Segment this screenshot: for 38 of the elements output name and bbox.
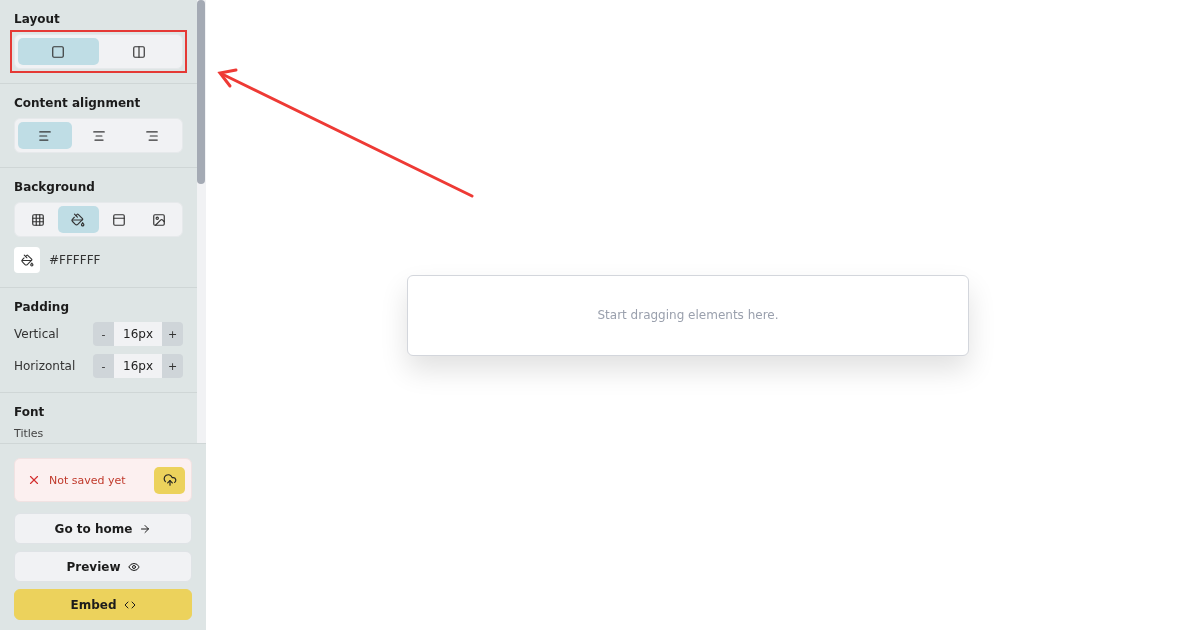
align-left-icon [37,128,52,143]
color-value: #FFFFFF [49,253,101,267]
color-swatch[interactable] [14,247,40,273]
close-icon [27,473,41,487]
field-label: Horizontal [14,359,76,373]
action-button[interactable]: Go to home [14,513,192,544]
increment-button[interactable]: + [162,354,183,378]
panel-icon [111,212,126,227]
cloud-upload-icon [162,473,177,487]
decrement-button[interactable]: - [93,322,114,346]
square-icon [51,44,66,59]
section-title: Content alignment [14,96,142,110]
align-center-icon [91,128,106,143]
field-label: Titles [14,427,45,440]
columns-icon [131,44,146,59]
image-icon [151,212,166,227]
eye-icon [127,560,140,573]
scrollbar[interactable] [197,0,206,443]
field-label: Vertical [14,327,59,341]
action-button[interactable]: Embed [14,589,192,620]
number-field[interactable]: 16px [114,322,162,346]
paint-bucket-icon [71,212,86,227]
placeholder-text: Start dragging elements here. [597,308,779,322]
arrow-right-icon [139,522,152,535]
option-button[interactable] [58,206,99,233]
section-title: Background [14,180,96,194]
increment-button[interactable]: + [162,322,183,346]
section-title: Font [14,405,46,419]
decrement-button[interactable]: - [93,354,114,378]
section-title: Layout [14,12,61,26]
paint-bucket-icon [20,253,34,267]
align-right-icon [145,128,160,143]
number-field[interactable]: 16px [114,354,162,378]
status-text: Not saved yet [49,473,127,487]
grid-icon [31,212,46,227]
action-button[interactable]: Preview [14,551,192,582]
section-title: Padding [14,300,70,314]
save-button[interactable] [154,466,185,494]
